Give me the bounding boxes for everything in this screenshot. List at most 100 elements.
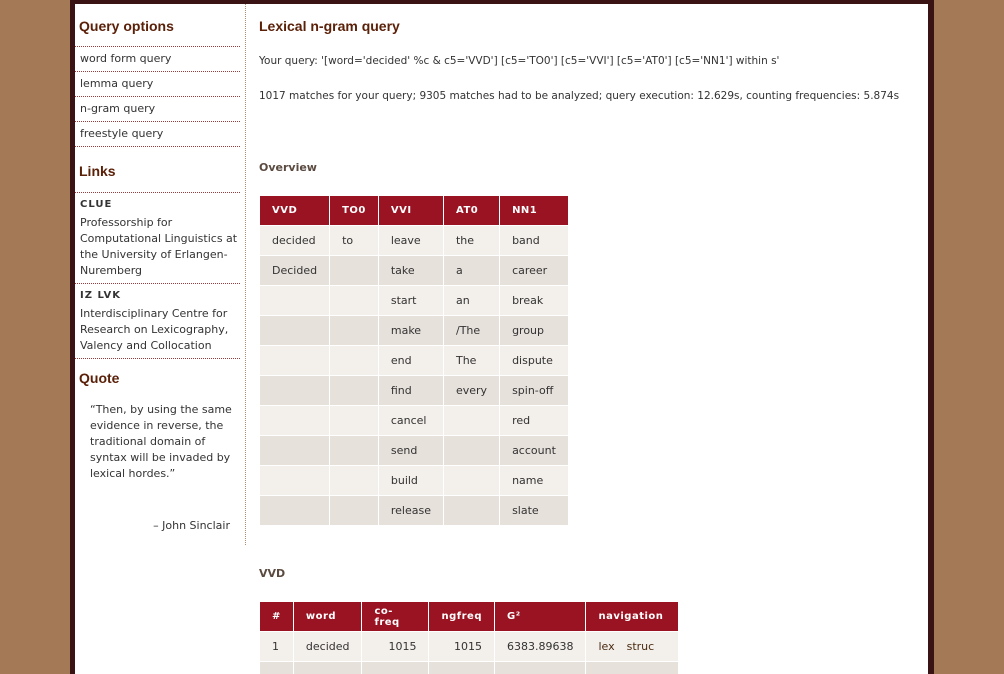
- table-cell: [330, 436, 378, 465]
- table-cell: the: [443, 226, 500, 255]
- table-cell: [260, 662, 293, 674]
- link-description: Interdisciplinary Centre for Research on…: [80, 307, 229, 352]
- table-row: Decided take a career: [260, 256, 568, 285]
- table-cell: a: [443, 256, 500, 285]
- table-cell: [494, 662, 586, 674]
- cell-n: 1: [260, 632, 293, 661]
- menu-item-lemma-query[interactable]: lemma query: [75, 71, 240, 96]
- table-cell: break: [500, 286, 568, 315]
- table-row: send account: [260, 436, 568, 465]
- table-cell: an: [443, 286, 500, 315]
- table-cell: send: [378, 436, 443, 465]
- vvd-body: 1 decided 1015 1015 6383.89638 lex struc: [260, 632, 679, 674]
- table-cell: build: [378, 466, 443, 495]
- table-row: decided to leave the band: [260, 226, 568, 255]
- cell-cofreq: 1015: [362, 632, 429, 661]
- table-row: find every spin-off: [260, 376, 568, 405]
- table-cell: [260, 406, 330, 435]
- link-description: Professorship for Computational Linguist…: [80, 216, 238, 277]
- table-cell: [260, 436, 330, 465]
- table-cell: [330, 406, 378, 435]
- quote-author: – John Sinclair: [153, 519, 230, 532]
- table-cell: [429, 662, 494, 674]
- column-header[interactable]: TO0: [330, 196, 378, 225]
- table-cell: account: [500, 436, 568, 465]
- query-options-menu: word form query lemma query n-gram query…: [75, 46, 240, 147]
- table-cell: cancel: [378, 406, 443, 435]
- table-cell: group: [500, 316, 568, 345]
- table-row: [260, 662, 679, 674]
- cell-g2: 6383.89638: [494, 632, 586, 661]
- link-iz-lvk[interactable]: IZ LVK Interdisciplinary Centre for Rese…: [75, 283, 240, 359]
- table-cell: decided: [260, 226, 330, 255]
- column-header[interactable]: word: [293, 602, 362, 631]
- page: Query options word form query lemma quer…: [75, 4, 928, 674]
- table-cell: Decided: [260, 256, 330, 285]
- table-cell: /The: [443, 316, 500, 345]
- column-header[interactable]: ngfreq: [429, 602, 494, 631]
- link-name[interactable]: CLUE: [80, 199, 240, 211]
- table-cell: [586, 662, 679, 674]
- table-cell: [293, 662, 362, 674]
- table-cell: [443, 436, 500, 465]
- table-cell: [260, 496, 330, 525]
- menu-item-n-gram-query[interactable]: n-gram query: [75, 96, 240, 121]
- table-row: start an break: [260, 286, 568, 315]
- cell-word: decided: [293, 632, 362, 661]
- table-cell: to: [330, 226, 378, 255]
- overview-table: VVD TO0 VVI AT0 NN1 decided to leave the ban…: [259, 195, 569, 526]
- table-cell: [260, 316, 330, 345]
- table-cell: name: [500, 466, 568, 495]
- table-cell: [260, 286, 330, 315]
- table-cell: [330, 286, 378, 315]
- links-list: CLUE Professorship for Computational Lin…: [75, 192, 240, 359]
- table-cell: [260, 466, 330, 495]
- quote-text: “Then, by using the same evidence in rev…: [90, 403, 232, 480]
- menu-item-word-form-query[interactable]: word form query: [75, 46, 240, 71]
- table-row: 1 decided 1015 1015 6383.89638 lex struc: [260, 632, 679, 661]
- table-cell: [260, 376, 330, 405]
- column-header[interactable]: AT0: [443, 196, 500, 225]
- nav-link-struc[interactable]: struc: [627, 640, 655, 653]
- links-title: Links: [79, 163, 116, 179]
- column-header[interactable]: co-freq: [362, 602, 429, 631]
- column-header[interactable]: #: [260, 602, 293, 631]
- column-header[interactable]: VVD: [260, 196, 330, 225]
- table-row: build name: [260, 466, 568, 495]
- sidebar: Query options word form query lemma quer…: [75, 4, 246, 545]
- table-cell: [330, 316, 378, 345]
- nav-link-lex[interactable]: lex: [598, 640, 614, 653]
- table-cell: [362, 662, 429, 674]
- column-header[interactable]: NN1: [500, 196, 568, 225]
- link-name[interactable]: IZ LVK: [80, 290, 240, 302]
- overview-title: Overview: [259, 161, 317, 174]
- table-cell: [330, 376, 378, 405]
- vvd-header-row: # word co-freq ngfreq G² navigation: [260, 602, 679, 631]
- table-cell: band: [500, 226, 568, 255]
- column-header[interactable]: VVI: [378, 196, 443, 225]
- table-cell: end: [378, 346, 443, 375]
- table-cell: every: [443, 376, 500, 405]
- cell-ngfreq: 1015: [429, 632, 494, 661]
- table-cell: career: [500, 256, 568, 285]
- table-cell: [330, 256, 378, 285]
- table-row: end The dispute: [260, 346, 568, 375]
- link-clue[interactable]: CLUE Professorship for Computational Lin…: [75, 192, 240, 283]
- table-cell: release: [378, 496, 443, 525]
- column-header: navigation: [586, 602, 679, 631]
- query-options-title: Query options: [79, 18, 174, 34]
- table-cell: [260, 346, 330, 375]
- table-cell: dispute: [500, 346, 568, 375]
- vvd-table: # word co-freq ngfreq G² navigation 1 dec…: [259, 601, 679, 674]
- table-cell: make: [378, 316, 443, 345]
- table-cell: [443, 406, 500, 435]
- table-row: cancel red: [260, 406, 568, 435]
- overview-body: decided to leave the band Decided take a career s…: [260, 226, 568, 525]
- table-cell: take: [378, 256, 443, 285]
- overview-header-row: VVD TO0 VVI AT0 NN1: [260, 196, 568, 225]
- vvd-title: VVD: [259, 567, 286, 580]
- table-cell: red: [500, 406, 568, 435]
- table-cell: spin-off: [500, 376, 568, 405]
- column-header[interactable]: G²: [494, 602, 586, 631]
- menu-item-freestyle-query[interactable]: freestyle query: [75, 121, 240, 147]
